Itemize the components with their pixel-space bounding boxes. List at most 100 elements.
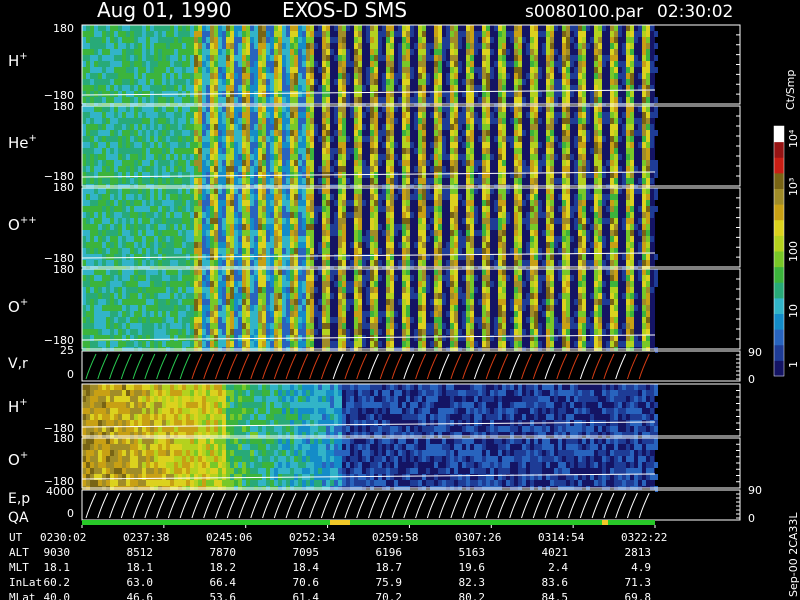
panel-5 — [81, 350, 741, 382]
ephem-alt-0: 9030 — [44, 546, 71, 559]
ephem-inlat-6: 83.6 — [542, 576, 569, 589]
ephem-label-ut: UT — [9, 531, 23, 544]
header-file: s0080100.par — [525, 2, 643, 22]
header-time: 02:30:02 — [657, 2, 733, 22]
spectrogram-panels — [81, 24, 741, 528]
ephem-mlat-5: 80.2 — [459, 591, 486, 600]
colorbar-swatch-3 — [774, 313, 784, 330]
ephem-ut-0: 0230:02 — [40, 531, 86, 544]
ephem-inlat-0: 60.2 — [44, 576, 71, 589]
colorbar-tick-100: 100 — [787, 241, 800, 262]
spectrogram-figure: Aug 01, 1990 EXOS-D SMS s0080100.par 02:… — [0, 0, 800, 600]
ephem-ut-5: 0307:26 — [455, 531, 501, 544]
ephem-alt-6: 4021 — [542, 546, 569, 559]
rtick-p8-max: 90 — [748, 484, 762, 497]
ephem-alt-2: 7870 — [210, 546, 237, 559]
ytick-p8-max: 4000 — [46, 485, 74, 498]
panel-label-vr: V,r — [8, 356, 28, 372]
colorbar-swatch-12 — [774, 172, 784, 189]
ephem-inlat-1: 63.0 — [127, 576, 154, 589]
panel-2 — [81, 105, 741, 190]
ephem-alt-1: 8512 — [127, 546, 154, 559]
ephem-mlat-3: 61.4 — [293, 591, 320, 600]
rtick-p5-max: 90 — [748, 346, 762, 359]
ephem-label-mlat: MLat — [9, 591, 36, 600]
ephem-mlat-4: 70.2 — [376, 591, 403, 600]
ephem-alt-3: 7095 — [293, 546, 320, 559]
ephem-inlat-2: 66.4 — [210, 576, 237, 589]
ephem-mlt-3: 18.4 — [293, 561, 320, 574]
ephem-alt-7: 2813 — [625, 546, 652, 559]
ephem-label-alt: ALT — [9, 546, 29, 559]
colorbar-tick-10: 10 — [787, 304, 800, 318]
ytick-p3-max: 180 — [53, 181, 74, 194]
colorbar-swatch-0 — [774, 360, 784, 377]
ephem-ut-4: 0259:58 — [372, 531, 418, 544]
panel-3 — [81, 187, 741, 272]
ephem-mlat-2: 53.6 — [210, 591, 237, 600]
colorbar-unit: Ct/Smp — [784, 70, 797, 110]
colorbar-swatch-5 — [774, 282, 784, 299]
ephem-label-mlt: MLT — [9, 561, 29, 574]
panel-1 — [81, 24, 741, 109]
ytick-p2-max: 180 — [53, 100, 74, 113]
ephem-label-inlat: InLat — [9, 576, 42, 589]
colorbar-swatch-14 — [774, 141, 784, 158]
rtick-p8-min: 0 — [748, 512, 755, 525]
ephem-mlt-2: 18.2 — [210, 561, 237, 574]
ephem-alt-4: 6196 — [376, 546, 403, 559]
colorbar-swatch-11 — [774, 188, 784, 205]
ephem-mlat-6: 84.5 — [542, 591, 569, 600]
colorbar-swatch-7 — [774, 251, 784, 268]
ephem-ut-1: 0237:38 — [123, 531, 169, 544]
ytick-p5-max: 25 — [60, 344, 74, 357]
ephem-mlat-7: 69.8 — [625, 591, 652, 600]
colorbar-tick-1e3: 10³ — [787, 178, 800, 196]
panel-label-ep: E,p — [8, 491, 30, 507]
ephem-inlat-7: 71.3 — [625, 576, 652, 589]
colorbar-swatch-8 — [774, 235, 784, 252]
colorbar-swatch-15 — [774, 126, 784, 143]
panel-6 — [81, 383, 741, 438]
colorbar-swatch-1 — [774, 344, 784, 361]
ephem-ut-3: 0252:34 — [289, 531, 336, 544]
ephem-mlat-0: 40.0 — [44, 591, 71, 600]
colorbar-swatch-10 — [774, 204, 784, 221]
ephem-mlt-4: 18.7 — [376, 561, 403, 574]
ephem-mlt-5: 19.6 — [459, 561, 486, 574]
colorbar-swatch-6 — [774, 266, 784, 283]
ephem-ut-7: 0322:22 — [621, 531, 667, 544]
ytick-p4-max: 180 — [53, 263, 74, 276]
ephem-mlt-7: 4.9 — [631, 561, 651, 574]
side-version-text: Sep-00 2CA33L — [787, 512, 800, 597]
ytick-p8-min: 0 — [67, 507, 74, 520]
ytick-p5-min: 0 — [67, 368, 74, 381]
ephem-ut-6: 0314:54 — [538, 531, 585, 544]
ephem-inlat-3: 70.6 — [293, 576, 320, 589]
ephem-alt-5: 5163 — [459, 546, 486, 559]
header-date: Aug 01, 1990 — [97, 0, 231, 22]
ephem-mlat-1: 46.6 — [127, 591, 154, 600]
colorbar-tick-1e4: 10⁴ — [787, 129, 800, 148]
qa-bar — [82, 520, 655, 525]
ephem-mlt-1: 18.1 — [127, 561, 154, 574]
ephem-mlt-0: 18.1 — [44, 561, 71, 574]
colorbar-tick-1: 1 — [787, 361, 800, 368]
ytick-p7-max: 180 — [53, 432, 74, 445]
colorbar-swatch-13 — [774, 157, 784, 174]
colorbar — [773, 125, 785, 377]
panel-label-qa: QA — [8, 510, 29, 526]
colorbar-swatch-2 — [774, 329, 784, 346]
rtick-p5-min: 0 — [748, 373, 755, 386]
ytick-p1-max: 180 — [53, 22, 74, 35]
header-instrument: EXOS-D SMS — [282, 0, 407, 22]
ephem-inlat-4: 75.9 — [376, 576, 403, 589]
colorbar-swatch-4 — [774, 297, 784, 314]
ephem-ut-2: 0245:06 — [206, 531, 252, 544]
panel-8 — [81, 489, 741, 521]
colorbar-swatch-9 — [774, 219, 784, 236]
ephem-mlt-6: 2.4 — [548, 561, 568, 574]
ephem-inlat-5: 82.3 — [459, 576, 486, 589]
panel-4 — [81, 268, 741, 353]
panel-7 — [81, 437, 741, 492]
